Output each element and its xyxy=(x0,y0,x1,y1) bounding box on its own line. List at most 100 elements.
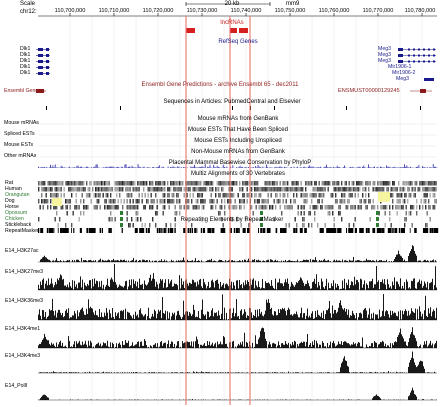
alignment-block xyxy=(323,187,325,192)
chip-signal-bar xyxy=(322,281,323,290)
chip-signal-bar xyxy=(303,341,304,348)
ensembl-track-title[interactable]: Ensembl Gene Predictions - archive Ensem… xyxy=(142,82,299,89)
alignment-block xyxy=(231,181,233,186)
chip-track-label[interactable]: E14_H3K4me1 xyxy=(5,326,40,332)
phylop-track-title[interactable]: Placental Mammal Basewise Conservation b… xyxy=(169,160,311,167)
chip-signal-bar xyxy=(343,342,344,348)
chip-signal-bar xyxy=(59,342,60,348)
chip-signal-bar xyxy=(119,284,120,290)
ensembl-left-label[interactable]: Ensembl Genes xyxy=(4,88,41,94)
chip-signal-bar xyxy=(259,286,260,290)
est-track-title[interactable]: Mouse ESTs Including Unspliced xyxy=(194,138,281,145)
alignment-block xyxy=(285,205,287,210)
chip-signal-bar xyxy=(56,258,57,262)
alignment-block xyxy=(339,211,341,216)
chip-track-label[interactable]: E14_PolII xyxy=(5,383,28,389)
chip-signal-bar xyxy=(267,302,268,320)
chip-signal-bar xyxy=(312,282,313,290)
alignment-block xyxy=(173,187,175,192)
alignment-block xyxy=(215,205,217,210)
alignment-block xyxy=(255,199,257,204)
alignment-block xyxy=(266,205,268,210)
alignment-block xyxy=(264,205,266,210)
alignment-block xyxy=(291,181,293,186)
ensembl-transcript-id[interactable]: ENSMUST00000129245 xyxy=(338,88,400,94)
chip-signal-bar xyxy=(239,260,240,262)
chip-signal-bar xyxy=(203,372,204,373)
alignment-block xyxy=(108,187,110,192)
chip-signal-bar xyxy=(411,332,412,348)
repeat-element xyxy=(159,228,161,233)
alignment-block xyxy=(155,223,157,228)
chip-signal-bar xyxy=(385,261,386,262)
chip-signal-bar xyxy=(435,343,436,348)
alignment-block xyxy=(65,223,67,228)
mrna-track-title[interactable]: Mouse mRNAs from GenBank xyxy=(198,116,279,123)
chip-signal-bar xyxy=(337,344,338,348)
chip-signal-bar xyxy=(300,313,301,320)
chip-signal-bar xyxy=(109,286,110,290)
chip-signal-bar xyxy=(424,259,425,262)
chip-signal-bar xyxy=(420,311,421,320)
chip-signal-bar xyxy=(123,309,124,320)
chip-signal-bar xyxy=(413,334,414,348)
chip-signal-bar xyxy=(102,372,103,373)
chip-track-label[interactable]: E14_H3K27ac xyxy=(5,248,38,254)
chip-track-label[interactable]: E14_H3K4me3 xyxy=(5,353,40,359)
chip-signal-bar xyxy=(410,313,411,320)
chip-signal-bar xyxy=(122,372,123,373)
alignment-block xyxy=(408,187,410,192)
left-label-spliced-ests[interactable]: Spliced ESTs xyxy=(4,131,35,137)
chip-signal-bar xyxy=(98,317,99,320)
repeat-element xyxy=(99,228,102,233)
chip-signal-bar xyxy=(388,371,389,373)
repeatmasker-track-title[interactable]: Repeating Elements by RepeatMasker xyxy=(181,217,284,224)
chip-track-label[interactable]: E14_H3K36me3 xyxy=(5,298,43,304)
alignment-block xyxy=(168,199,170,204)
chip-signal-bar xyxy=(378,318,379,320)
pubmed-track-title[interactable]: Sequences in Articles: PubmedCentral and… xyxy=(163,99,300,106)
lncrna-track-title[interactable]: lncRNAs xyxy=(220,20,243,27)
alignment-block xyxy=(161,199,163,204)
genome-browser-view[interactable]: Scale chr12: 20 kb mm9 110,700,000 110,7… xyxy=(0,0,440,407)
chip-signal-bar xyxy=(153,344,154,348)
repeat-element xyxy=(295,228,298,233)
nonmouse-mrna-track-title[interactable]: Non-Mouse mRNAs from GenBank xyxy=(191,149,285,156)
phylop-bar xyxy=(364,166,366,168)
alignment-block xyxy=(146,181,148,186)
alignment-block xyxy=(434,199,436,204)
refseq-track-title[interactable]: RefSeq Genes xyxy=(218,39,257,46)
chip-signal-bar xyxy=(415,308,416,320)
alignment-block xyxy=(266,181,268,186)
chip-signal-bar xyxy=(272,343,273,348)
alignment-block xyxy=(398,199,400,204)
gene-label-meg3[interactable]: Meg3 xyxy=(396,76,409,82)
chip-signal-bar xyxy=(41,319,42,320)
left-label-repeatmasker[interactable]: RepeatMasker xyxy=(5,228,39,234)
alignment-block xyxy=(267,199,269,204)
phylop-bar xyxy=(155,167,157,168)
alignment-block xyxy=(339,205,341,210)
alignment-block xyxy=(369,217,371,222)
gene-label-dlk1[interactable]: Dlk1 xyxy=(20,70,30,76)
chip-signal-bar xyxy=(267,259,268,262)
chip-signal-bar xyxy=(188,342,189,348)
chip-signal-bar xyxy=(314,278,315,290)
chip-signal-bar xyxy=(317,310,318,320)
chip-signal-bar xyxy=(325,346,326,348)
left-label-mouse-mrnas[interactable]: Mouse mRNAs xyxy=(4,120,39,126)
alignment-block xyxy=(45,199,47,204)
chip-signal-bar xyxy=(409,362,410,373)
left-label-mouse-ests[interactable]: Mouse ESTs xyxy=(4,142,33,148)
phylop-bar xyxy=(130,167,132,168)
chip-track-label[interactable]: E14_H3K27me3 xyxy=(5,269,43,275)
spliced-est-track-title[interactable]: Mouse ESTs That Have Been Spliced xyxy=(188,127,288,134)
left-label-other-mrnas[interactable]: Other mRNAs xyxy=(4,153,36,159)
chip-signal-bar xyxy=(371,261,372,262)
track-graphics[interactable] xyxy=(0,0,440,407)
multiz-track-title[interactable]: Multiz Alignments of 30 Vertebrates xyxy=(191,171,285,178)
chip-signal-bar xyxy=(329,288,330,290)
dlk1-exon xyxy=(46,72,49,75)
alignment-block xyxy=(68,199,70,204)
chip-signal-bar xyxy=(369,372,370,373)
